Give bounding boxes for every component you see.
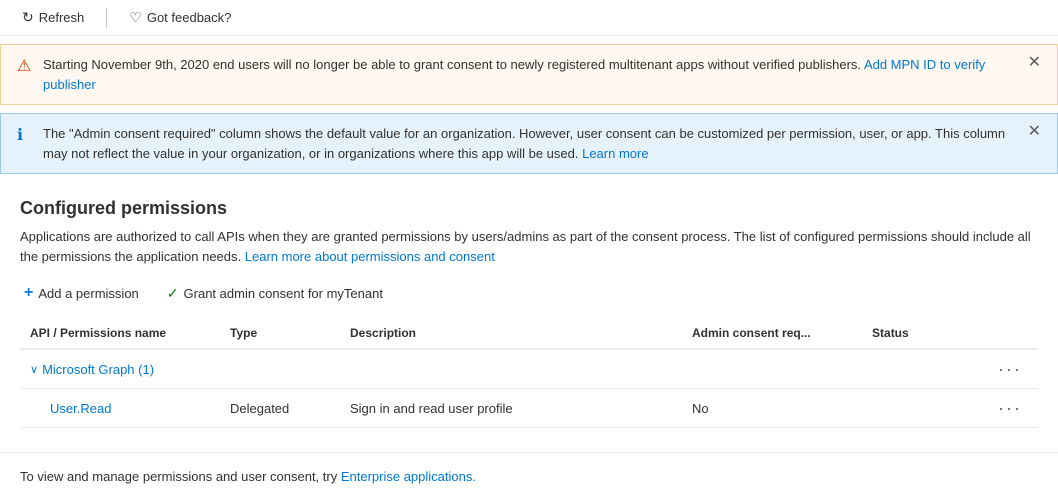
permission-name-link[interactable]: User.Read — [30, 401, 111, 416]
warning-banner: Starting November 9th, 2020 end users wi… — [0, 44, 1058, 105]
permission-admin-consent-cell: No — [682, 389, 862, 428]
permissions-learn-more-link[interactable]: Learn more about permissions and consent — [245, 249, 495, 264]
learn-more-link[interactable]: Learn more — [582, 146, 648, 161]
group-desc-cell — [340, 349, 682, 389]
add-permission-label: Add a permission — [38, 286, 138, 301]
col-header-admin-consent: Admin consent req... — [682, 318, 862, 349]
warning-banner-text: Starting November 9th, 2020 end users wi… — [43, 55, 1018, 94]
action-bar: + Add a permission ✓ Grant admin consent… — [20, 280, 1038, 306]
feedback-icon: ♡ — [129, 9, 142, 26]
enterprise-apps-link[interactable]: Enterprise applications. — [341, 469, 476, 484]
group-name-cell: ∨ Microsoft Graph (1) — [20, 349, 220, 389]
permission-type-cell: Delegated — [220, 389, 340, 428]
col-header-api: API / Permissions name — [20, 318, 220, 349]
group-more-button[interactable]: ··· — [992, 358, 1028, 380]
table-header-row: API / Permissions name Type Description … — [20, 318, 1038, 349]
toolbar: ↻ Refresh ♡ Got feedback? — [0, 0, 1058, 36]
warning-icon — [17, 56, 33, 72]
info-banner-text: The "Admin consent required" column show… — [43, 124, 1018, 163]
section-title: Configured permissions — [20, 198, 1038, 219]
col-header-type: Type — [220, 318, 340, 349]
add-permission-button[interactable]: + Add a permission — [20, 280, 143, 306]
group-type-cell — [220, 349, 340, 389]
refresh-button[interactable]: ↻ Refresh — [16, 5, 90, 30]
feedback-label: Got feedback? — [147, 10, 232, 25]
group-admin-cell — [682, 349, 862, 389]
group-label: Microsoft Graph (1) — [42, 362, 154, 377]
refresh-label: Refresh — [39, 10, 85, 25]
group-expand-button[interactable]: ∨ Microsoft Graph (1) — [30, 362, 210, 377]
permission-desc-cell: Sign in and read user profile — [340, 389, 682, 428]
grant-consent-button[interactable]: ✓ Grant admin consent for myTenant — [163, 281, 387, 306]
permissions-table: API / Permissions name Type Description … — [20, 318, 1038, 428]
chevron-down-icon: ∨ — [30, 363, 38, 376]
info-banner: The "Admin consent required" column show… — [0, 113, 1058, 174]
main-content: Configured permissions Applications are … — [0, 182, 1058, 444]
check-icon: ✓ — [167, 285, 179, 302]
permission-status-cell — [862, 389, 982, 428]
col-header-actions — [982, 318, 1038, 349]
group-actions-cell: ··· — [982, 349, 1038, 389]
col-header-status: Status — [862, 318, 982, 349]
table-row: ∨ Microsoft Graph (1) ··· — [20, 349, 1038, 389]
info-icon — [17, 125, 33, 141]
section-desc: Applications are authorized to call APIs… — [20, 227, 1038, 266]
permission-actions-cell: ··· — [982, 389, 1038, 428]
add-icon: + — [24, 284, 33, 302]
group-status-cell — [862, 349, 982, 389]
refresh-icon: ↻ — [22, 9, 34, 26]
footer: To view and manage permissions and user … — [0, 452, 1058, 500]
warning-banner-close[interactable]: ✕ — [1028, 55, 1041, 71]
feedback-button[interactable]: ♡ Got feedback? — [123, 5, 237, 30]
toolbar-divider — [106, 8, 107, 28]
col-header-desc: Description — [340, 318, 682, 349]
footer-text: To view and manage permissions and user … — [20, 469, 337, 484]
grant-consent-label: Grant admin consent for myTenant — [184, 286, 383, 301]
table-row: User.Read Delegated Sign in and read use… — [20, 389, 1038, 428]
info-banner-close[interactable]: ✕ — [1028, 124, 1041, 140]
permission-more-button[interactable]: ··· — [992, 397, 1028, 419]
permission-name-cell: User.Read — [20, 389, 220, 428]
